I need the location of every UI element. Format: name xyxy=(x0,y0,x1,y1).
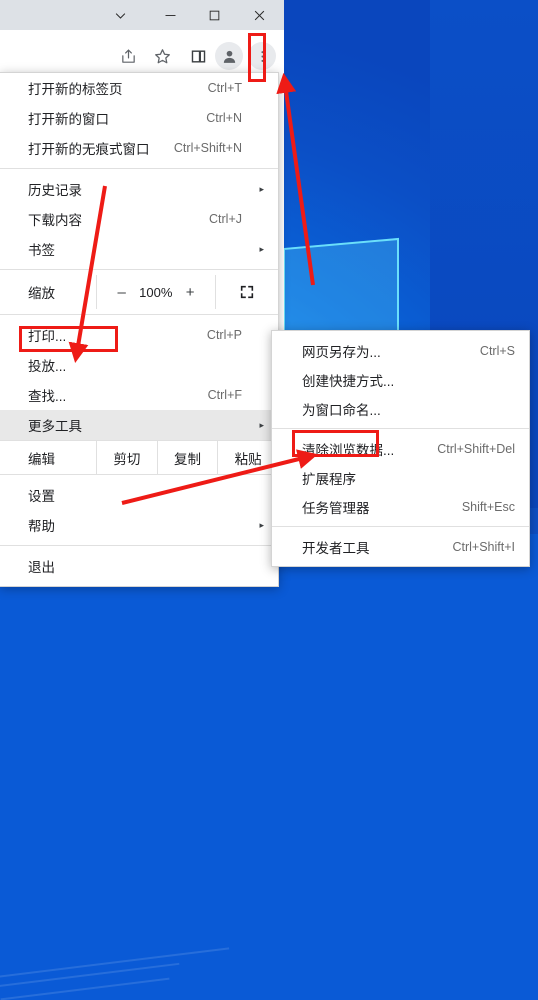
zoom-out-button[interactable]: – xyxy=(117,284,125,301)
paste-button[interactable]: 粘贴 xyxy=(217,441,278,474)
menu-item-accelerator: Ctrl+Shift+I xyxy=(452,539,515,554)
menu-item-label: 开发者工具 xyxy=(302,540,370,556)
menu-item-bookmarks[interactable]: 书签 ▸ xyxy=(0,234,278,264)
wallpaper-streak-1 xyxy=(0,947,230,979)
submenu-item-name-window[interactable]: 为窗口命名... xyxy=(272,394,529,423)
menu-item-label: 更多工具 xyxy=(28,419,82,434)
menu-separator xyxy=(0,269,278,270)
copy-button[interactable]: 复制 xyxy=(156,441,218,474)
submenu-item-developer-tools[interactable]: 开发者工具 Ctrl+Shift+I xyxy=(272,532,529,561)
maximize-icon[interactable] xyxy=(192,0,236,30)
menu-separator xyxy=(272,526,529,527)
menu-item-more-tools[interactable]: 更多工具 ▸ xyxy=(0,410,278,440)
menu-item-label: 清除浏览数据... xyxy=(302,442,395,458)
browser-title-bar xyxy=(0,0,284,30)
menu-item-label: 打开新的窗口 xyxy=(28,112,109,127)
chevron-right-icon: ▸ xyxy=(259,419,264,430)
menu-item-accelerator: Ctrl+N xyxy=(206,111,242,125)
menu-item-label: 历史记录 xyxy=(28,183,82,198)
submenu-item-create-shortcut[interactable]: 创建快捷方式... xyxy=(272,365,529,394)
menu-row-zoom: 缩放 – 100% + xyxy=(0,275,278,309)
zoom-controls: – 100% + xyxy=(96,275,216,309)
menu-item-label: 任务管理器 xyxy=(302,500,370,516)
menu-item-cast[interactable]: 投放... xyxy=(0,350,278,380)
chevron-right-icon: ▸ xyxy=(259,519,264,530)
menu-item-label: 为窗口命名... xyxy=(302,402,381,418)
menu-item-accelerator: Ctrl+Shift+Del xyxy=(437,441,515,456)
menu-item-label: 投放... xyxy=(28,359,67,374)
menu-item-label: 网页另存为... xyxy=(302,344,381,360)
menu-item-new-window[interactable]: 打开新的窗口 Ctrl+N xyxy=(0,103,278,133)
menu-item-settings[interactable]: 设置 xyxy=(0,480,278,510)
menu-item-label: 设置 xyxy=(28,489,55,504)
menu-item-new-tab[interactable]: 打开新的标签页 Ctrl+T xyxy=(0,73,278,103)
zoom-level-value: 100% xyxy=(139,284,173,300)
menu-separator xyxy=(272,428,529,429)
submenu-item-task-manager[interactable]: 任务管理器 Shift+Esc xyxy=(272,492,529,521)
chevron-down-icon[interactable] xyxy=(98,0,142,30)
profile-avatar-icon[interactable] xyxy=(215,42,243,70)
menu-item-label: 下载内容 xyxy=(28,213,82,228)
more-tools-submenu: 网页另存为... Ctrl+S 创建快捷方式... 为窗口命名... 清除浏览数… xyxy=(271,330,530,567)
menu-item-label: 打开新的无痕式窗口 xyxy=(28,142,150,157)
menu-item-accelerator: Ctrl+F xyxy=(207,388,242,402)
menu-separator xyxy=(0,545,278,546)
chevron-right-icon: ▸ xyxy=(259,243,264,254)
menu-item-exit[interactable]: 退出 xyxy=(0,551,278,581)
menu-separator xyxy=(0,168,278,169)
zoom-label: 缩放 xyxy=(28,286,55,301)
menu-item-label: 查找... xyxy=(28,389,67,404)
close-icon[interactable] xyxy=(237,0,281,30)
menu-item-accelerator: Ctrl+P xyxy=(206,328,242,342)
chevron-right-icon: ▸ xyxy=(259,183,264,194)
chrome-main-menu: 打开新的标签页 Ctrl+T 打开新的窗口 Ctrl+N 打开新的无痕式窗口 C… xyxy=(0,72,279,587)
menu-separator xyxy=(0,474,278,475)
menu-separator xyxy=(0,314,278,315)
three-dot-menu-icon[interactable] xyxy=(248,42,276,70)
menu-item-history[interactable]: 历史记录 ▸ xyxy=(0,174,278,204)
submenu-item-save-page-as[interactable]: 网页另存为... Ctrl+S xyxy=(272,336,529,365)
menu-item-accelerator: Ctrl+T xyxy=(207,81,242,95)
submenu-item-extensions[interactable]: 扩展程序 xyxy=(272,463,529,492)
menu-item-label: 书签 xyxy=(28,243,55,258)
menu-item-print[interactable]: 打印... Ctrl+P xyxy=(0,320,278,350)
edit-label: 编辑 xyxy=(28,451,55,467)
menu-item-help[interactable]: 帮助 ▸ xyxy=(0,510,278,540)
bookmark-star-icon[interactable] xyxy=(148,42,176,70)
menu-item-downloads[interactable]: 下载内容 Ctrl+J xyxy=(0,204,278,234)
menu-item-accelerator: Ctrl+J xyxy=(209,212,242,226)
fullscreen-button[interactable] xyxy=(216,284,278,300)
side-panel-icon[interactable] xyxy=(184,42,212,70)
submenu-item-clear-browsing-data[interactable]: 清除浏览数据... Ctrl+Shift+Del xyxy=(272,434,529,463)
menu-item-accelerator: Ctrl+S xyxy=(479,343,515,358)
menu-item-new-incognito-window[interactable]: 打开新的无痕式窗口 Ctrl+Shift+N xyxy=(0,133,278,163)
cut-button[interactable]: 剪切 xyxy=(96,441,157,474)
minimize-icon[interactable] xyxy=(148,0,192,30)
menu-item-label: 扩展程序 xyxy=(302,471,356,487)
menu-item-accelerator: Shift+Esc xyxy=(461,499,515,514)
menu-item-label: 打开新的标签页 xyxy=(28,82,123,97)
menu-item-label: 退出 xyxy=(28,560,55,575)
menu-row-edit: 编辑 剪切 复制 粘贴 xyxy=(0,441,278,474)
menu-item-label: 帮助 xyxy=(28,519,55,534)
menu-item-label: 打印... xyxy=(28,329,67,344)
menu-item-accelerator: Ctrl+Shift+N xyxy=(173,141,242,155)
share-icon[interactable] xyxy=(114,42,142,70)
menu-item-label: 创建快捷方式... xyxy=(302,373,395,389)
menu-item-find[interactable]: 查找... Ctrl+F xyxy=(0,380,278,410)
wallpaper-streak-2 xyxy=(0,962,180,990)
zoom-in-button[interactable]: + xyxy=(186,284,195,301)
